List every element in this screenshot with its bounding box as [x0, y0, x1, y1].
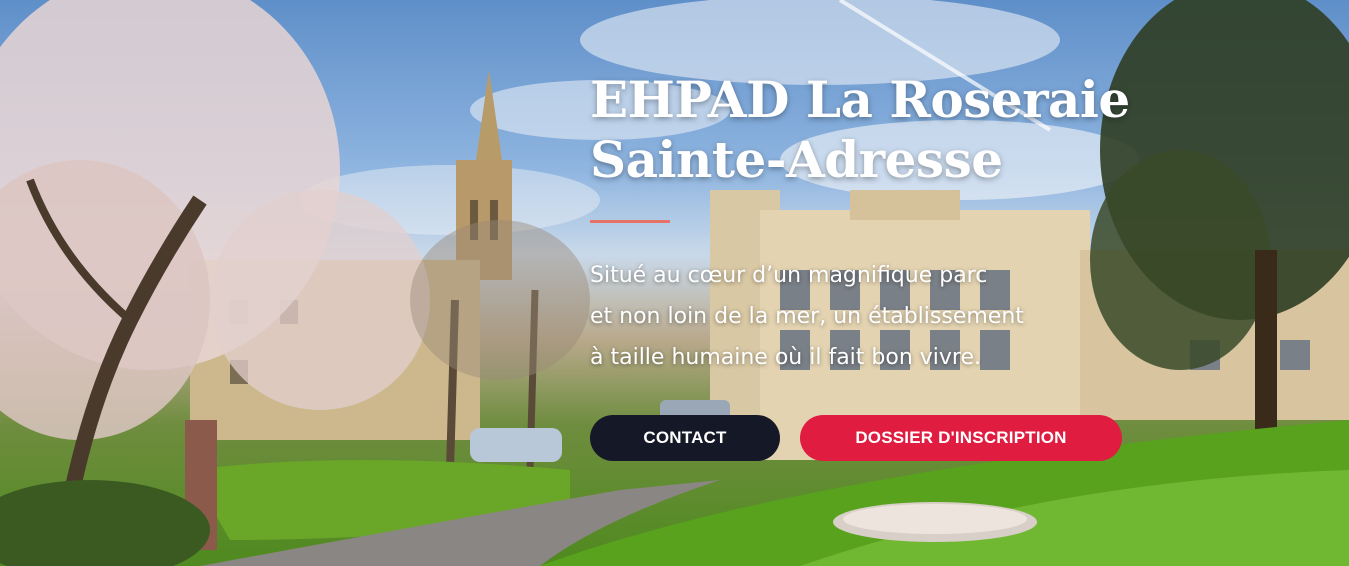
hero-description-line-3: à taille humaine où il fait bon vivre.	[590, 345, 982, 370]
hero-title-line-1: EHPAD La Roseraie	[590, 70, 1130, 129]
hero-title-line-2: Sainte-Adresse	[590, 130, 1003, 189]
hero-description: Situé au cœur d’un magnifique parc et no…	[590, 255, 1150, 378]
dossier-inscription-button[interactable]: DOSSIER D'INSCRIPTION	[800, 415, 1122, 461]
hero-buttons: CONTACT DOSSIER D'INSCRIPTION	[590, 415, 1122, 461]
contact-button[interactable]: CONTACT	[590, 415, 780, 461]
hero-content: EHPAD La Roseraie Sainte-Adresse Situé a…	[590, 70, 1190, 378]
hero-title: EHPAD La Roseraie Sainte-Adresse	[590, 70, 1190, 190]
title-divider	[590, 220, 670, 223]
hero-description-line-2: et non loin de la mer, un établissement	[590, 304, 1024, 329]
hero-description-line-1: Situé au cœur d’un magnifique parc	[590, 263, 988, 288]
hero-section: EHPAD La Roseraie Sainte-Adresse Situé a…	[0, 0, 1349, 566]
